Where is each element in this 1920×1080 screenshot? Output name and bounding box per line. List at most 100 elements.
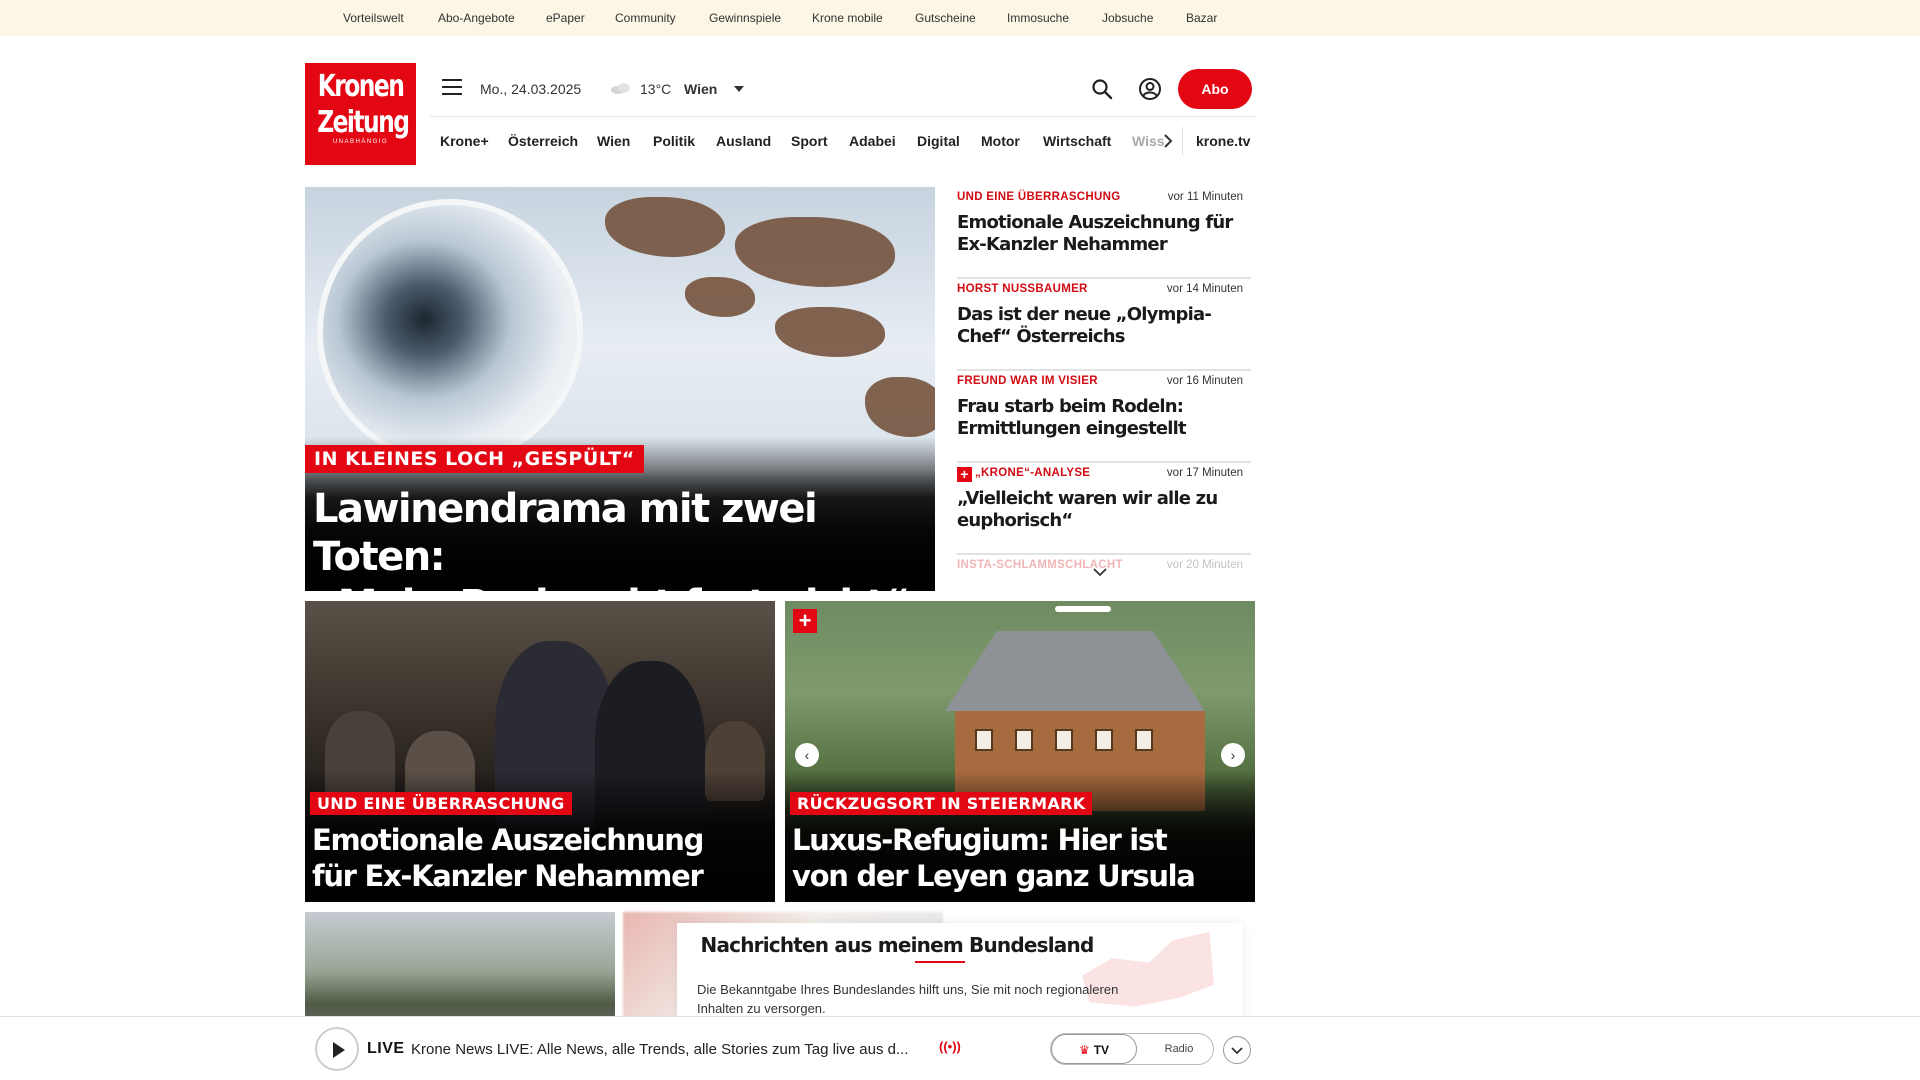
bundesland-text-line-1: Die Bekanntgabe Ihres Bundeslandes hilft… <box>697 982 1119 997</box>
nav-divider <box>1182 127 1183 155</box>
card-headline[interactable]: Emotionale Auszeichnung für Ex-Kanzler N… <box>312 822 772 894</box>
tv-toggle[interactable]: ♛ TV <box>1051 1034 1137 1064</box>
carousel-next-button[interactable]: › <box>1221 743 1245 767</box>
ticker-time: vor 11 Minuten <box>1167 191 1243 203</box>
nav-item-motor[interactable]: Motor <box>981 133 1020 149</box>
hero-kicker: IN KLEINES LOCH „GESPÜLT“ <box>305 445 644 473</box>
topbar-link-gewinnspiele[interactable]: Gewinnspiele <box>709 11 781 25</box>
card-image-detail <box>975 729 993 751</box>
topbar-link-bazar[interactable]: Bazar <box>1186 11 1217 25</box>
nav-item-adabei[interactable]: Adabei <box>849 133 896 149</box>
cloud-icon <box>611 83 630 94</box>
article-card[interactable]: UND EINE ÜBERRASCHUNG Emotionale Auszeic… <box>305 601 775 902</box>
topbar-link-abo-angebote[interactable]: Abo-Angebote <box>438 11 515 25</box>
nav-item-krone-plus[interactable]: Krone+ <box>440 133 489 149</box>
nav-item-wien[interactable]: Wien <box>597 133 630 149</box>
hero-article[interactable]: IN KLEINES LOCH „GESPÜLT“ Lawinendrama m… <box>305 187 935 591</box>
nav-item-oesterreich[interactable]: Österreich <box>508 133 578 149</box>
topbar-link-gutscheine[interactable]: Gutscheine <box>915 11 976 25</box>
city-selector[interactable]: Wien <box>684 81 717 97</box>
ticker-time: vor 17 Minuten <box>1166 467 1243 479</box>
utility-bar: Vorteilswelt Abo-Angebote ePaper Communi… <box>0 0 1920 36</box>
ticker-title: „Vielleicht waren wir alle zu euphorisch… <box>957 488 1218 531</box>
chevron-down-icon[interactable] <box>1091 566 1109 578</box>
nav-item-ausland[interactable]: Ausland <box>716 133 771 149</box>
topbar-link-jobsuche[interactable]: Jobsuche <box>1102 11 1153 25</box>
carousel-prev-button[interactable]: ‹ <box>795 743 819 767</box>
hero-image-detail <box>735 217 895 287</box>
topbar-link-community[interactable]: Community <box>615 11 676 25</box>
card-headline-line-2: für Ex-Kanzler Nehammer <box>312 859 704 893</box>
live-stream-title[interactable]: Krone News LIVE: Alle News, alle Trends,… <box>411 1041 908 1058</box>
hero-image-detail <box>605 197 725 257</box>
hero-image-detail <box>865 377 935 437</box>
tv-label: TV <box>1093 1043 1110 1057</box>
title-underline <box>915 961 965 963</box>
ticker-time: vor 20 Minuten <box>1166 559 1243 571</box>
crown-icon: ♛ <box>1078 1043 1090 1057</box>
ticker-item[interactable]: HORST NUSSBAUMER vor 14 Minuten Das ist … <box>957 279 1251 371</box>
card-image-detail <box>1015 729 1033 751</box>
hero-image-detail <box>685 277 755 317</box>
hero-image-detail <box>775 307 885 357</box>
live-signal-icon: ((•)) <box>939 1039 961 1054</box>
card-kicker: UND EINE ÜBERRASCHUNG <box>310 792 572 815</box>
hero-headline-line-2: „Mehr Pech geht fast nicht“ <box>313 581 933 591</box>
ticker-title: Frau starb beim Rodeln: Ermittlungen ein… <box>957 396 1187 439</box>
article-carousel-card[interactable]: + ‹ › RÜCKZUGSORT IN STEIERMARK Luxus-Re… <box>785 601 1255 902</box>
ticker-item[interactable]: FREUND WAR IM VISIER vor 16 Minuten Frau… <box>957 371 1251 463</box>
nav-item-krone-tv[interactable]: krone.tv <box>1196 133 1250 149</box>
live-label: LIVE <box>367 1040 405 1057</box>
news-ticker: UND EINE ÜBERRASCHUNG vor 11 Minuten Emo… <box>949 187 1251 591</box>
ticker-item[interactable]: UND EINE ÜBERRASCHUNG vor 11 Minuten Emo… <box>957 187 1251 279</box>
ticker-kicker: „KRONE“-ANALYSE <box>975 467 1091 479</box>
main-navigation: Krone+ Österreich Wien Politik Ausland S… <box>430 116 1256 166</box>
card-headline-line-1: Emotionale Auszeichnung <box>312 823 704 857</box>
expand-player-button[interactable] <box>1223 1036 1251 1064</box>
logo-line-2: Zeitung <box>317 105 410 140</box>
card-headline-line-1: Luxus-Refugium: Hier ist <box>792 823 1168 857</box>
nav-item-politik[interactable]: Politik <box>653 133 695 149</box>
topbar-link-epaper[interactable]: ePaper <box>546 11 585 25</box>
hero-inset-image <box>317 199 583 465</box>
bundesland-title: Nachrichten aus meinem Bundesland <box>700 933 1095 957</box>
ticker-time: vor 14 Minuten <box>1166 283 1243 295</box>
card-headline-line-2: von der Leyen ganz Ursula <box>792 859 1196 893</box>
chevron-down-icon[interactable] <box>734 86 744 92</box>
card-image-detail <box>1135 729 1153 751</box>
nav-item-sport[interactable]: Sport <box>791 133 828 149</box>
nav-item-digital[interactable]: Digital <box>917 133 960 149</box>
topbar-link-immosuche[interactable]: Immosuche <box>1007 11 1069 25</box>
logo-line-1: Kronen <box>317 69 405 104</box>
topbar-link-vorteilswelt[interactable]: Vorteilswelt <box>343 11 404 25</box>
card-image-detail <box>1095 729 1113 751</box>
ticker-item[interactable]: + „KRONE“-ANALYSE vor 17 Minuten „Viellei… <box>957 463 1251 555</box>
radio-toggle[interactable]: Radio <box>1149 1034 1209 1064</box>
ticker-time: vor 16 Minuten <box>1166 375 1243 387</box>
live-player-bar: LIVE Krone News LIVE: Alle News, alle Tr… <box>0 1016 1920 1080</box>
ticker-kicker: FREUND WAR IM VISIER <box>957 375 1098 387</box>
chevron-right-icon[interactable] <box>1160 131 1176 151</box>
abo-button[interactable]: Abo <box>1178 69 1252 109</box>
card-headline[interactable]: Luxus-Refugium: Hier ist von der Leyen g… <box>792 822 1252 894</box>
krone-plus-icon: + <box>957 467 972 482</box>
hero-headline-line-1: Lawinendrama mit zwei Toten: <box>313 486 818 580</box>
ticker-kicker: HORST NUSSBAUMER <box>957 283 1088 295</box>
ticker-kicker-with-badge: + „KRONE“-ANALYSE <box>957 467 1090 482</box>
card-image-detail <box>1055 729 1073 751</box>
menu-icon[interactable] <box>442 79 462 95</box>
hero-headline[interactable]: Lawinendrama mit zwei Toten: „Mehr Pech … <box>313 485 933 591</box>
temperature: 13°C <box>640 81 672 97</box>
tv-radio-switch: ♛ TV Radio <box>1050 1033 1214 1065</box>
ticker-title: Emotionale Auszeichnung für Ex-Kanzler N… <box>957 212 1233 255</box>
chevron-down-icon <box>1231 1047 1243 1055</box>
krone-plus-icon: + <box>793 609 817 633</box>
kronen-zeitung-logo[interactable]: Kronen Zeitung UNABHÄNGIG <box>305 63 416 165</box>
search-icon[interactable] <box>1091 78 1113 100</box>
topbar-link-krone-mobile[interactable]: Krone mobile <box>812 11 883 25</box>
play-button[interactable] <box>315 1027 359 1071</box>
nav-item-wirtschaft[interactable]: Wirtschaft <box>1043 133 1111 149</box>
user-account-icon[interactable] <box>1138 77 1162 101</box>
card-image-detail <box>945 631 1205 711</box>
carousel-indicator <box>1055 606 1111 612</box>
